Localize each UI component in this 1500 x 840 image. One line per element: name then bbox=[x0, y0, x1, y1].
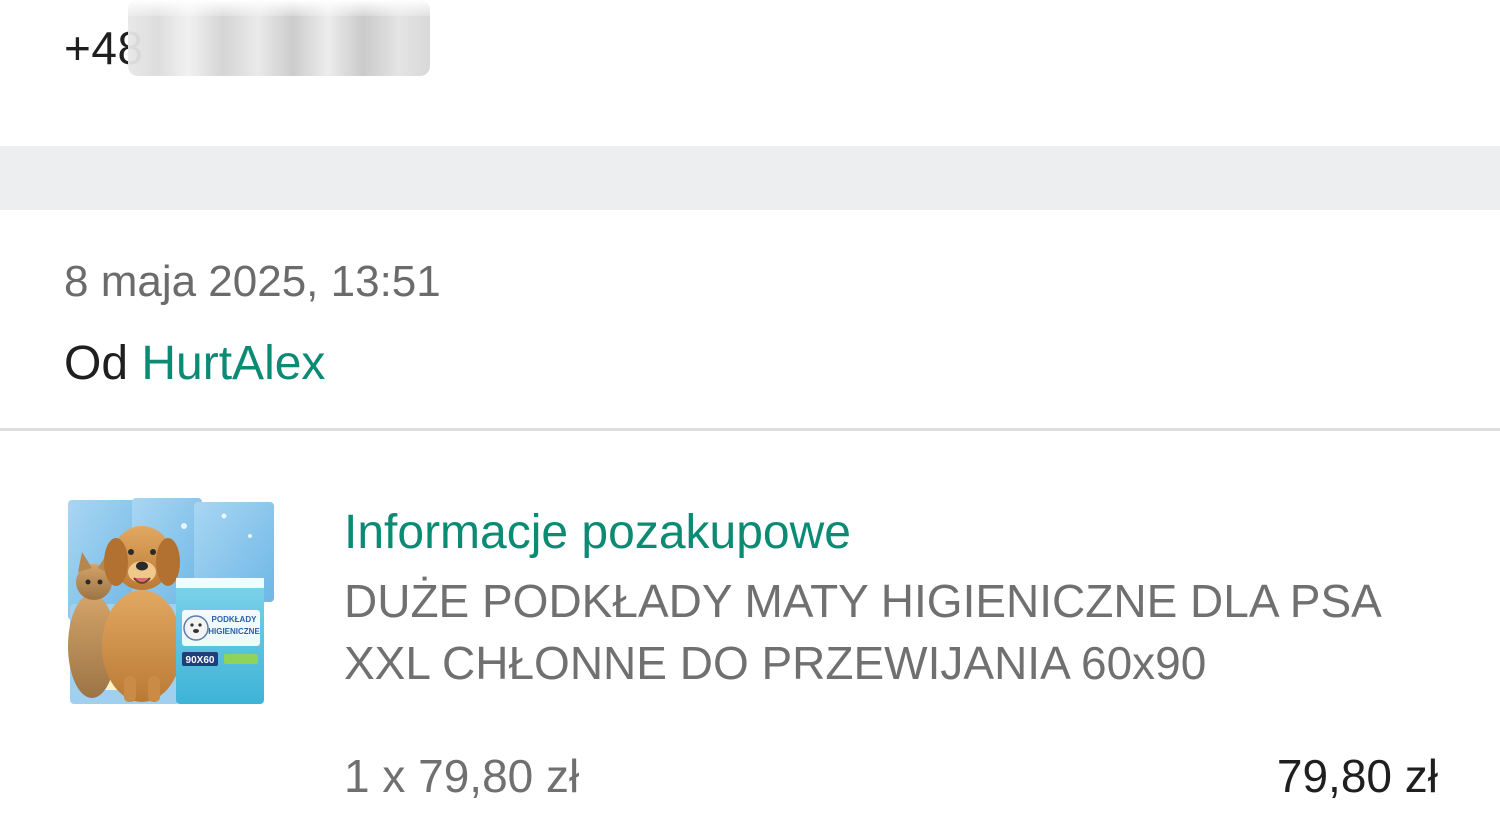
message-meta: 8 maja 2025, 13:51 Od HurtAlex bbox=[0, 210, 1500, 428]
order-message-screen: +48 8 maja 2025, 13:51 Od HurtAlex PODKŁ… bbox=[0, 0, 1500, 840]
order-item-info: Informacje pozakupowe DUŻE PODKŁADY MATY… bbox=[344, 500, 1454, 694]
quantity-unit-price: 1 x 79,80 zł bbox=[344, 750, 580, 802]
product-thumbnail[interactable]: PODKŁADY HIGIENICZNE 90X60 bbox=[64, 496, 278, 710]
message-date: 8 maja 2025, 13:51 bbox=[64, 257, 441, 306]
item-total-price: 79,80 zł bbox=[1276, 750, 1438, 802]
package-size-label: 90X60 bbox=[186, 655, 215, 666]
phone-redaction-blur bbox=[128, 0, 430, 76]
divider bbox=[0, 428, 1500, 431]
message-sender-line: Od HurtAlex bbox=[64, 334, 325, 394]
post-purchase-info-link[interactable]: Informacje pozakupowe bbox=[344, 500, 1454, 566]
product-name[interactable]: DUŻE PODKŁADY MATY HIGIENICZNE DLA PSA X… bbox=[344, 570, 1454, 694]
package-label-line1: PODKŁADY bbox=[212, 615, 258, 624]
package-label-line2: HIGIENICZNE bbox=[208, 627, 260, 636]
section-separator bbox=[0, 146, 1500, 210]
from-label: Od bbox=[64, 337, 129, 390]
seller-link[interactable]: HurtAlex bbox=[141, 337, 325, 390]
contact-phone-row: +48 bbox=[0, 0, 1500, 146]
